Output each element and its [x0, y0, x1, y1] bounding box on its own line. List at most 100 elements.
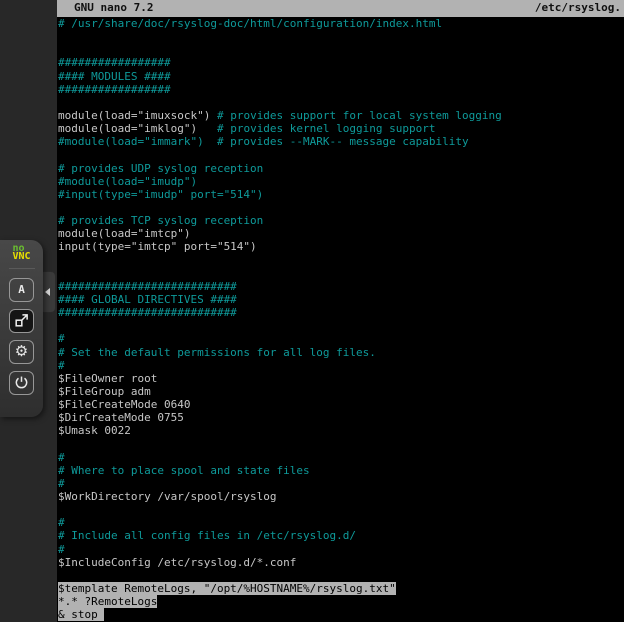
terminal-line: #: [57, 516, 624, 529]
terminal-text-segment: # provides TCP syslog reception: [58, 214, 263, 227]
terminal-line: ###########################: [57, 306, 624, 319]
terminal-line: $FileGroup adm: [57, 385, 624, 398]
terminal-line: [57, 201, 624, 214]
terminal-line: module(load="imuxsock") # provides suppo…: [57, 109, 624, 122]
terminal-line: #### MODULES ####: [57, 70, 624, 83]
power-icon: [14, 375, 29, 390]
novnc-logo: no VNC: [12, 245, 30, 261]
terminal-screen[interactable]: # /usr/share/doc/rsyslog-doc/html/config…: [57, 17, 624, 622]
terminal-line: #################: [57, 56, 624, 69]
nano-filename: /etc/rsyslog.: [535, 0, 621, 17]
terminal-line: $DirCreateMode 0755: [57, 411, 624, 424]
terminal-text-segment: ###########################: [58, 306, 237, 319]
terminal-line: #### GLOBAL DIRECTIVES ####: [57, 293, 624, 306]
terminal-text-segment: #: [58, 477, 65, 490]
terminal-line: [57, 43, 624, 56]
terminal-line: #: [57, 543, 624, 556]
terminal-line: #################: [57, 83, 624, 96]
panel-separator: [9, 268, 35, 269]
terminal-line: & stop: [57, 608, 624, 621]
terminal-text-segment: #: [58, 332, 65, 345]
chevron-left-icon: [45, 288, 50, 296]
terminal-line: # provides TCP syslog reception: [57, 214, 624, 227]
extra-keys-button[interactable]: A: [9, 278, 34, 302]
nano-app-title: GNU nano 7.2: [74, 0, 153, 17]
keyboard-a-icon: A: [18, 283, 25, 296]
terminal-text-segment: #: [58, 359, 65, 372]
vnc-control-bar: no VNC A ⚙: [0, 240, 43, 417]
terminal-text-segment: # provides support for local system logg…: [217, 109, 502, 122]
terminal-line: [57, 254, 624, 267]
terminal-text-segment: #################: [58, 56, 171, 69]
terminal-line: #: [57, 477, 624, 490]
terminal-line: [57, 267, 624, 280]
terminal-text-segment: module(load="imuxsock"): [58, 109, 217, 122]
terminal-line: $WorkDirectory /var/spool/rsyslog: [57, 490, 624, 503]
terminal-text-segment: $FileCreateMode 0640: [58, 398, 190, 411]
terminal-text-segment: #input(type="imudp" port="514"): [58, 188, 263, 201]
terminal-line: # /usr/share/doc/rsyslog-doc/html/config…: [57, 17, 624, 30]
terminal-line: $FileOwner root: [57, 372, 624, 385]
terminal-line: [57, 319, 624, 332]
terminal-text-segment: *.* ?RemoteLogs: [58, 595, 157, 608]
terminal-line: #module(load="imudp"): [57, 175, 624, 188]
nano-titlebar: GNU nano 7.2 /etc/rsyslog.: [57, 0, 624, 17]
terminal-text-segment: $FileOwner root: [58, 372, 157, 385]
novnc-logo-vnc: VNC: [12, 253, 30, 261]
terminal-line: module(load="imtcp"): [57, 227, 624, 240]
terminal-text-segment: # /usr/share/doc/rsyslog-doc/html/config…: [58, 17, 442, 30]
terminal-line: [57, 438, 624, 451]
terminal-text-segment: # provides UDP syslog reception: [58, 162, 263, 175]
terminal-line: [57, 30, 624, 43]
terminal-line: module(load="imklog") # provides kernel …: [57, 122, 624, 135]
terminal-text-segment: #### GLOBAL DIRECTIVES ####: [58, 293, 237, 306]
terminal-text-segment: $IncludeConfig /etc/rsyslog.d/*.conf: [58, 556, 296, 569]
terminal-line: # Set the default permissions for all lo…: [57, 346, 624, 359]
settings-button[interactable]: ⚙: [9, 340, 34, 364]
terminal-text-segment: #module(load="imudp"): [58, 175, 197, 188]
fullscreen-icon: [14, 313, 29, 328]
terminal-text-segment: $template RemoteLogs, "/opt/%HOSTNAME%/r…: [58, 582, 396, 595]
gear-icon: ⚙: [15, 344, 28, 359]
terminal-line: #: [57, 359, 624, 372]
terminal-line: #: [57, 332, 624, 345]
terminal-text-segment: # Where to place spool and state files: [58, 464, 310, 477]
terminal-text-segment: #module(load="immark") # provides --MARK…: [58, 135, 469, 148]
terminal-text-segment: input(type="imtcp" port="514"): [58, 240, 257, 253]
terminal-text-segment: #### MODULES ####: [58, 70, 171, 83]
terminal-text-segment: $WorkDirectory /var/spool/rsyslog: [58, 490, 277, 503]
terminal-text-segment: #: [58, 516, 65, 529]
terminal-text-segment: module(load="imtcp"): [58, 227, 190, 240]
terminal-line: #input(type="imudp" port="514"): [57, 188, 624, 201]
terminal-line: [57, 148, 624, 161]
terminal-text-segment: #################: [58, 83, 171, 96]
terminal-line: input(type="imtcp" port="514"): [57, 240, 624, 253]
terminal-line: ###########################: [57, 280, 624, 293]
terminal-line: $template RemoteLogs, "/opt/%HOSTNAME%/r…: [57, 582, 624, 595]
terminal-line: [57, 569, 624, 582]
terminal-text-segment: $DirCreateMode 0755: [58, 411, 184, 424]
terminal-text-segment: ###########################: [58, 280, 237, 293]
screen: { "titlebar": { "app": "GNU nano 7.2", "…: [0, 0, 624, 622]
terminal-line: # provides UDP syslog reception: [57, 162, 624, 175]
terminal-text-segment: # Set the default permissions for all lo…: [58, 346, 376, 359]
terminal-text-segment: # Include all config files in /etc/rsysl…: [58, 529, 356, 542]
terminal-text-segment: $FileGroup adm: [58, 385, 151, 398]
terminal-text-segment: & stop: [58, 608, 104, 621]
terminal-text-segment: #: [58, 543, 65, 556]
terminal-line: [57, 96, 624, 109]
terminal-line: #: [57, 451, 624, 464]
terminal-line: #module(load="immark") # provides --MARK…: [57, 135, 624, 148]
terminal-line: # Include all config files in /etc/rsysl…: [57, 529, 624, 542]
fullscreen-button[interactable]: [9, 309, 34, 333]
terminal-line: [57, 503, 624, 516]
terminal-line: $Umask 0022: [57, 424, 624, 437]
terminal-line: $FileCreateMode 0640: [57, 398, 624, 411]
terminal-text-segment: # provides kernel logging support: [217, 122, 436, 135]
terminal-text-segment: module(load="imklog"): [58, 122, 217, 135]
terminal-text-segment: #: [58, 451, 65, 464]
terminal-text-segment: $Umask 0022: [58, 424, 131, 437]
power-button[interactable]: [9, 371, 34, 395]
terminal-line: $IncludeConfig /etc/rsyslog.d/*.conf: [57, 556, 624, 569]
terminal-line: # Where to place spool and state files: [57, 464, 624, 477]
